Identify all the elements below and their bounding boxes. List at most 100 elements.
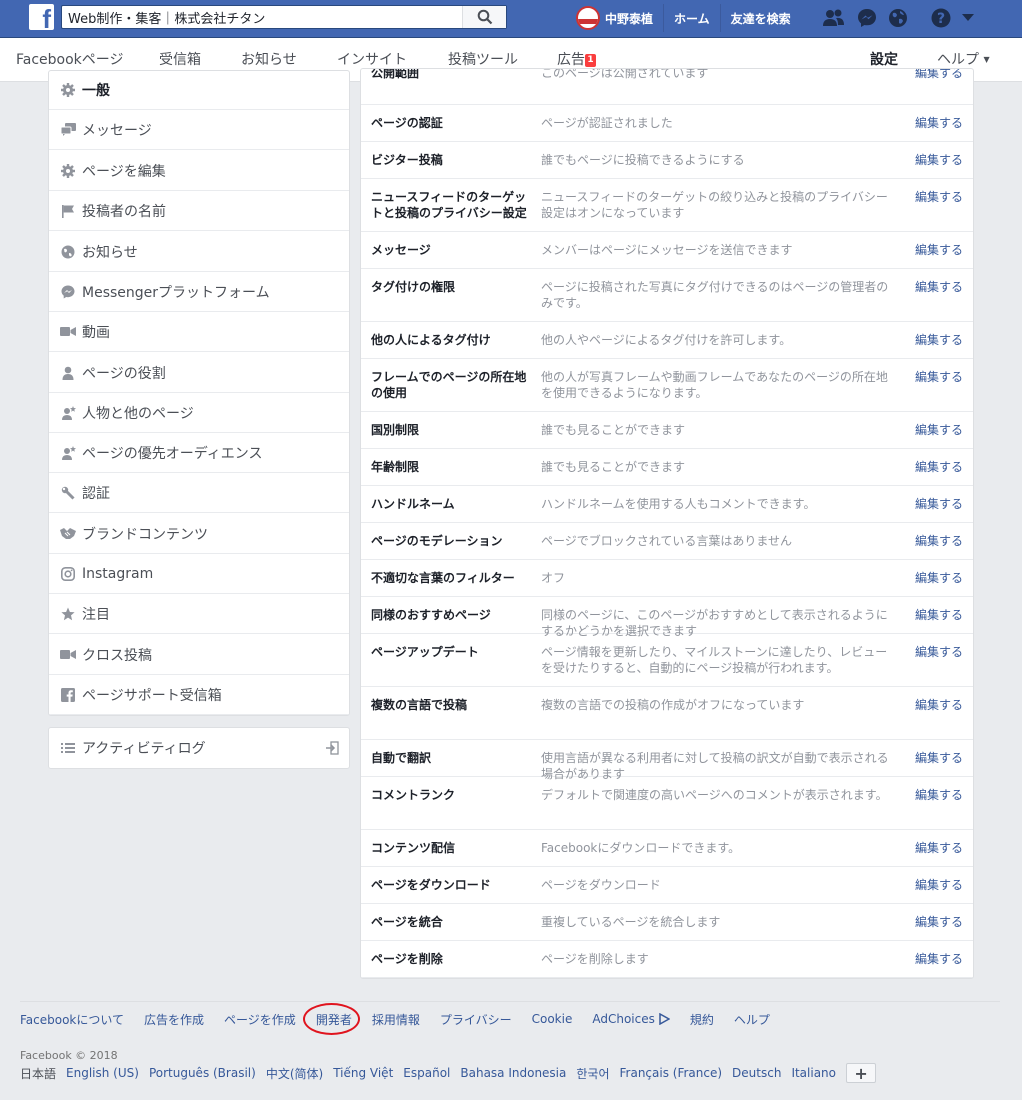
footer-link-0[interactable]: Facebookについて [20, 1011, 124, 1028]
settings-row: ニュースフィードのターゲットと投稿のプライバシー設定 ニュースフィードのターゲット… [361, 179, 973, 232]
setting-name: 複数の言語で投稿 [371, 698, 468, 712]
edit-link[interactable]: 編集する [915, 607, 963, 623]
setting-description: 複数の言語での投稿の作成がオフになっています [541, 698, 805, 712]
edit-link[interactable]: 編集する [915, 697, 963, 713]
top-nav-links: 中野泰植 ホーム 友達を検索 [576, 4, 801, 32]
footer-link-6[interactable]: Cookie [532, 1012, 573, 1026]
profile-link[interactable]: 中野泰植 [600, 4, 665, 32]
edit-link[interactable]: 編集する [915, 787, 963, 803]
language-option[interactable]: Tiếng Việt [333, 1066, 393, 1080]
help-caret-icon: ▼ [983, 55, 990, 64]
avatar[interactable] [576, 6, 600, 30]
more-languages-button[interactable]: + [846, 1063, 877, 1083]
sidebar-item-3[interactable]: 投稿者の名前 [49, 191, 349, 231]
find-friends-link[interactable]: 友達を検索 [721, 4, 801, 32]
sidebar-item-6[interactable]: 動画 [49, 312, 349, 352]
sidebar-item-0[interactable]: 一般 [49, 71, 349, 110]
sidebar-item-12[interactable]: Instagram [49, 554, 349, 594]
top-icons: ? [822, 5, 985, 31]
open-external-icon [325, 741, 339, 759]
edit-link[interactable]: 編集する [915, 152, 963, 168]
footer-link-9[interactable]: ヘルプ [734, 1011, 770, 1028]
edit-link[interactable]: 編集する [915, 840, 963, 856]
settings-row: フレームでのページの所在地の使用 他の人が写真フレームや動画フレームであなたのペー… [361, 359, 973, 412]
sidebar-item-5[interactable]: Messengerプラットフォーム [49, 272, 349, 312]
sidebar-item-4[interactable]: お知らせ [49, 232, 349, 272]
footer-link-4[interactable]: 採用情報 [372, 1011, 420, 1028]
language-option[interactable]: 中文(简体) [266, 1065, 323, 1082]
setting-name: 国別制限 [371, 423, 420, 437]
search-input[interactable] [62, 6, 462, 28]
sidebar-item-11[interactable]: ブランドコンテンツ [49, 514, 349, 554]
notifications-globe-icon[interactable] [888, 8, 908, 28]
edit-link[interactable]: 編集する [915, 332, 963, 348]
edit-link[interactable]: 編集する [915, 459, 963, 475]
footer-link-8[interactable]: 規約 [690, 1011, 714, 1028]
setting-name: ページを統合 [371, 915, 443, 929]
edit-link[interactable]: 編集する [915, 242, 963, 258]
tab-ads-label: 広告 [557, 52, 585, 68]
language-option[interactable]: Português (Brasil) [149, 1066, 256, 1080]
language-option[interactable]: Italiano [791, 1066, 836, 1080]
sidebar-item-13[interactable]: 注目 [49, 594, 349, 634]
help-icon[interactable]: ? [931, 8, 951, 28]
edit-link[interactable]: 編集する [915, 570, 963, 586]
friend-requests-icon[interactable] [822, 8, 846, 28]
language-option[interactable]: 한국어 [576, 1065, 609, 1082]
edit-link[interactable]: 編集する [915, 644, 963, 660]
settings-row: ページを統合 重複しているページを統合します 編集する [361, 904, 973, 941]
sidebar-item-label: ページを編集 [82, 163, 166, 180]
sidebar-item-label: ページの優先オーディエンス [82, 445, 263, 462]
home-link[interactable]: ホーム [664, 4, 721, 32]
language-option[interactable]: Français (France) [620, 1066, 723, 1080]
edit-link[interactable]: 編集する [915, 750, 963, 766]
account-menu-caret-icon[interactable] [962, 14, 974, 22]
edit-link[interactable]: 編集する [915, 279, 963, 295]
gear-icon [60, 163, 76, 179]
edit-link[interactable]: 編集する [915, 189, 963, 205]
edit-link[interactable]: 編集する [915, 877, 963, 893]
sidebar-item-2[interactable]: ページを編集 [49, 151, 349, 191]
sidebar-item-14[interactable]: クロス投稿 [49, 635, 349, 675]
footer-link-2[interactable]: ページを作成 [224, 1011, 296, 1028]
setting-description: このページは公開されています [541, 68, 709, 80]
setting-description: ハンドルネームを使用する人もコメントできます。 [541, 497, 816, 511]
sidebar-item-10[interactable]: 認証 [49, 473, 349, 513]
sidebar-item-1[interactable]: メッセージ [49, 110, 349, 150]
messenger-icon[interactable] [857, 8, 877, 28]
facebook-logo-icon[interactable]: f [29, 4, 54, 30]
settings-row: ページアップデート ページ情報を更新したり、マイルストーンに達したり、レビューを受… [361, 634, 973, 687]
sidebar-item-9[interactable]: ページの優先オーディエンス [49, 433, 349, 473]
activity-log-button[interactable]: アクティビティログ [48, 727, 350, 769]
setting-description: ページが認証されました [541, 116, 673, 130]
edit-link[interactable]: 編集する [915, 369, 963, 385]
edit-link[interactable]: 編集する [915, 69, 963, 81]
wrench-icon [60, 485, 76, 501]
sidebar-item-label: 投稿者の名前 [82, 203, 166, 220]
settings-row: ハンドルネーム ハンドルネームを使用する人もコメントできます。 編集する [361, 486, 973, 523]
sidebar-item-8[interactable]: 人物と他のページ [49, 393, 349, 433]
footer-link-1[interactable]: 広告を作成 [144, 1011, 204, 1028]
edit-link[interactable]: 編集する [915, 496, 963, 512]
edit-link[interactable]: 編集する [915, 422, 963, 438]
search-button[interactable] [462, 6, 506, 28]
language-option[interactable]: Español [403, 1066, 450, 1080]
footer-link-7[interactable]: AdChoices [592, 1012, 655, 1026]
chat-bubbles-icon [60, 122, 76, 138]
facebook-square-icon [60, 687, 76, 703]
settings-menu: 一般 メッセージページを編集 投稿者の名前お知らせ Messengerプラットフォーム… [48, 70, 350, 716]
settings-row: 同様のおすすめページ 同様のページに、このページがおすすめとして表示されるようにす… [361, 597, 973, 638]
language-option[interactable]: Deutsch [732, 1066, 781, 1080]
sidebar-item-label: 認証 [82, 485, 110, 502]
edit-link[interactable]: 編集する [915, 533, 963, 549]
language-option[interactable]: Bahasa Indonesia [460, 1066, 566, 1080]
edit-link[interactable]: 編集する [915, 951, 963, 967]
sidebar-item-15[interactable]: ページサポート受信箱 [49, 675, 349, 715]
sidebar-item-7[interactable]: ページの役割 [49, 353, 349, 393]
footer-link-5[interactable]: プライバシー [440, 1011, 512, 1028]
language-option[interactable]: English (US) [66, 1066, 139, 1080]
edit-link[interactable]: 編集する [915, 115, 963, 131]
setting-name: ページを削除 [371, 952, 443, 966]
setting-description: 他の人やページによるタグ付けを許可します。 [541, 333, 792, 347]
edit-link[interactable]: 編集する [915, 914, 963, 930]
